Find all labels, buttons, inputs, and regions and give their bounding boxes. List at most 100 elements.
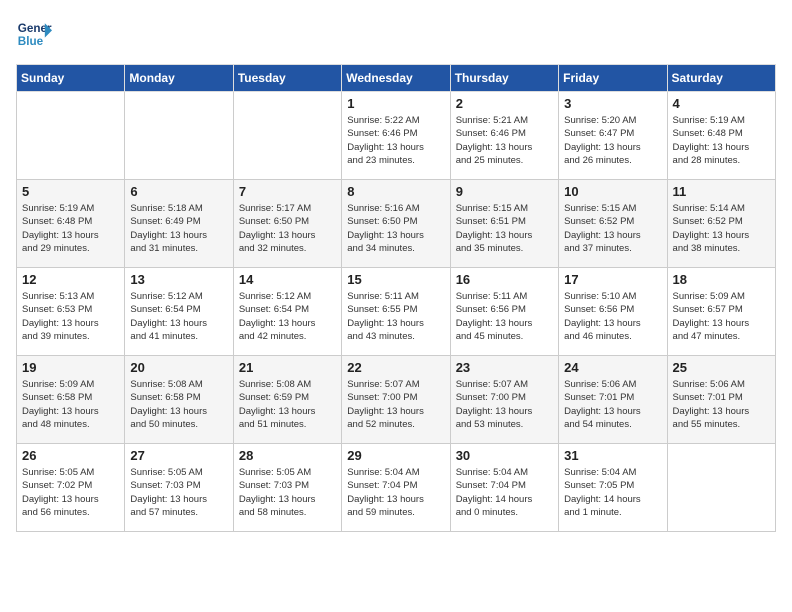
day-info: Sunrise: 5:10 AM Sunset: 6:56 PM Dayligh… <box>564 290 661 343</box>
day-info: Sunrise: 5:08 AM Sunset: 6:58 PM Dayligh… <box>130 378 227 431</box>
day-number: 4 <box>673 96 770 111</box>
logo-icon: General Blue <box>16 16 52 52</box>
day-number: 8 <box>347 184 444 199</box>
day-info: Sunrise: 5:15 AM Sunset: 6:51 PM Dayligh… <box>456 202 553 255</box>
calendar-cell: 8 Sunrise: 5:16 AM Sunset: 6:50 PM Daylig… <box>342 180 450 268</box>
day-number: 19 <box>22 360 119 375</box>
calendar-cell <box>125 92 233 180</box>
calendar-cell: 28 Sunrise: 5:05 AM Sunset: 7:03 PM Dayli… <box>233 444 341 532</box>
day-info: Sunrise: 5:17 AM Sunset: 6:50 PM Dayligh… <box>239 202 336 255</box>
calendar-cell: 16 Sunrise: 5:11 AM Sunset: 6:56 PM Dayli… <box>450 268 558 356</box>
day-number: 22 <box>347 360 444 375</box>
day-info: Sunrise: 5:09 AM Sunset: 6:57 PM Dayligh… <box>673 290 770 343</box>
day-number: 2 <box>456 96 553 111</box>
day-info: Sunrise: 5:13 AM Sunset: 6:53 PM Dayligh… <box>22 290 119 343</box>
day-info: Sunrise: 5:09 AM Sunset: 6:58 PM Dayligh… <box>22 378 119 431</box>
day-info: Sunrise: 5:05 AM Sunset: 7:02 PM Dayligh… <box>22 466 119 519</box>
day-info: Sunrise: 5:04 AM Sunset: 7:04 PM Dayligh… <box>347 466 444 519</box>
day-header-friday: Friday <box>559 65 667 92</box>
day-info: Sunrise: 5:04 AM Sunset: 7:04 PM Dayligh… <box>456 466 553 519</box>
day-number: 25 <box>673 360 770 375</box>
day-info: Sunrise: 5:18 AM Sunset: 6:49 PM Dayligh… <box>130 202 227 255</box>
day-number: 17 <box>564 272 661 287</box>
calendar-cell: 27 Sunrise: 5:05 AM Sunset: 7:03 PM Dayli… <box>125 444 233 532</box>
day-info: Sunrise: 5:11 AM Sunset: 6:56 PM Dayligh… <box>456 290 553 343</box>
calendar-cell <box>17 92 125 180</box>
day-info: Sunrise: 5:22 AM Sunset: 6:46 PM Dayligh… <box>347 114 444 167</box>
calendar-week-5: 26 Sunrise: 5:05 AM Sunset: 7:02 PM Dayli… <box>17 444 776 532</box>
day-info: Sunrise: 5:08 AM Sunset: 6:59 PM Dayligh… <box>239 378 336 431</box>
calendar-cell: 6 Sunrise: 5:18 AM Sunset: 6:49 PM Daylig… <box>125 180 233 268</box>
day-number: 15 <box>347 272 444 287</box>
day-info: Sunrise: 5:07 AM Sunset: 7:00 PM Dayligh… <box>456 378 553 431</box>
day-info: Sunrise: 5:19 AM Sunset: 6:48 PM Dayligh… <box>22 202 119 255</box>
day-info: Sunrise: 5:12 AM Sunset: 6:54 PM Dayligh… <box>239 290 336 343</box>
calendar-cell: 13 Sunrise: 5:12 AM Sunset: 6:54 PM Dayli… <box>125 268 233 356</box>
day-number: 28 <box>239 448 336 463</box>
calendar-cell: 26 Sunrise: 5:05 AM Sunset: 7:02 PM Dayli… <box>17 444 125 532</box>
calendar-week-1: 1 Sunrise: 5:22 AM Sunset: 6:46 PM Daylig… <box>17 92 776 180</box>
day-number: 6 <box>130 184 227 199</box>
calendar-cell: 17 Sunrise: 5:10 AM Sunset: 6:56 PM Dayli… <box>559 268 667 356</box>
day-info: Sunrise: 5:15 AM Sunset: 6:52 PM Dayligh… <box>564 202 661 255</box>
day-number: 10 <box>564 184 661 199</box>
day-info: Sunrise: 5:11 AM Sunset: 6:55 PM Dayligh… <box>347 290 444 343</box>
calendar-cell <box>667 444 775 532</box>
day-number: 7 <box>239 184 336 199</box>
calendar-week-3: 12 Sunrise: 5:13 AM Sunset: 6:53 PM Dayli… <box>17 268 776 356</box>
calendar-cell <box>233 92 341 180</box>
day-number: 24 <box>564 360 661 375</box>
day-number: 26 <box>22 448 119 463</box>
calendar-cell: 9 Sunrise: 5:15 AM Sunset: 6:51 PM Daylig… <box>450 180 558 268</box>
calendar-cell: 22Sunrise: 5:07 AM Sunset: 7:00 PM Dayli… <box>342 356 450 444</box>
day-number: 31 <box>564 448 661 463</box>
day-number: 27 <box>130 448 227 463</box>
day-number: 30 <box>456 448 553 463</box>
day-info: Sunrise: 5:20 AM Sunset: 6:47 PM Dayligh… <box>564 114 661 167</box>
calendar-cell: 4 Sunrise: 5:19 AM Sunset: 6:48 PM Daylig… <box>667 92 775 180</box>
calendar-cell: 11Sunrise: 5:14 AM Sunset: 6:52 PM Dayli… <box>667 180 775 268</box>
day-info: Sunrise: 5:05 AM Sunset: 7:03 PM Dayligh… <box>239 466 336 519</box>
day-header-sunday: Sunday <box>17 65 125 92</box>
calendar-header-row: SundayMondayTuesdayWednesdayThursdayFrid… <box>17 65 776 92</box>
calendar-week-2: 5 Sunrise: 5:19 AM Sunset: 6:48 PM Daylig… <box>17 180 776 268</box>
day-info: Sunrise: 5:16 AM Sunset: 6:50 PM Dayligh… <box>347 202 444 255</box>
day-number: 9 <box>456 184 553 199</box>
calendar-cell: 7 Sunrise: 5:17 AM Sunset: 6:50 PM Daylig… <box>233 180 341 268</box>
calendar-cell: 21 Sunrise: 5:08 AM Sunset: 6:59 PM Dayli… <box>233 356 341 444</box>
day-number: 5 <box>22 184 119 199</box>
calendar-cell: 14Sunrise: 5:12 AM Sunset: 6:54 PM Dayli… <box>233 268 341 356</box>
calendar-cell: 29Sunrise: 5:04 AM Sunset: 7:04 PM Dayli… <box>342 444 450 532</box>
day-number: 12 <box>22 272 119 287</box>
day-header-tuesday: Tuesday <box>233 65 341 92</box>
day-number: 16 <box>456 272 553 287</box>
day-info: Sunrise: 5:06 AM Sunset: 7:01 PM Dayligh… <box>673 378 770 431</box>
calendar-cell: 18Sunrise: 5:09 AM Sunset: 6:57 PM Dayli… <box>667 268 775 356</box>
day-info: Sunrise: 5:12 AM Sunset: 6:54 PM Dayligh… <box>130 290 227 343</box>
day-number: 23 <box>456 360 553 375</box>
day-number: 20 <box>130 360 227 375</box>
svg-text:Blue: Blue <box>18 35 44 48</box>
calendar-cell: 3 Sunrise: 5:20 AM Sunset: 6:47 PM Daylig… <box>559 92 667 180</box>
calendar-cell: 23 Sunrise: 5:07 AM Sunset: 7:00 PM Dayli… <box>450 356 558 444</box>
calendar-cell: 30 Sunrise: 5:04 AM Sunset: 7:04 PM Dayli… <box>450 444 558 532</box>
page-header: General Blue <box>16 16 776 52</box>
day-info: Sunrise: 5:19 AM Sunset: 6:48 PM Dayligh… <box>673 114 770 167</box>
day-info: Sunrise: 5:06 AM Sunset: 7:01 PM Dayligh… <box>564 378 661 431</box>
calendar-cell: 31Sunrise: 5:04 AM Sunset: 7:05 PM Dayli… <box>559 444 667 532</box>
calendar-table: SundayMondayTuesdayWednesdayThursdayFrid… <box>16 64 776 532</box>
day-header-saturday: Saturday <box>667 65 775 92</box>
day-info: Sunrise: 5:05 AM Sunset: 7:03 PM Dayligh… <box>130 466 227 519</box>
day-number: 1 <box>347 96 444 111</box>
calendar-cell: 12 Sunrise: 5:13 AM Sunset: 6:53 PM Dayli… <box>17 268 125 356</box>
calendar-cell: 19 Sunrise: 5:09 AM Sunset: 6:58 PM Dayli… <box>17 356 125 444</box>
calendar-week-4: 19 Sunrise: 5:09 AM Sunset: 6:58 PM Dayli… <box>17 356 776 444</box>
calendar-cell: 2Sunrise: 5:21 AM Sunset: 6:46 PM Daylig… <box>450 92 558 180</box>
logo: General Blue <box>16 16 52 52</box>
day-number: 21 <box>239 360 336 375</box>
day-number: 3 <box>564 96 661 111</box>
day-header-wednesday: Wednesday <box>342 65 450 92</box>
day-number: 13 <box>130 272 227 287</box>
day-header-monday: Monday <box>125 65 233 92</box>
day-number: 11 <box>673 184 770 199</box>
